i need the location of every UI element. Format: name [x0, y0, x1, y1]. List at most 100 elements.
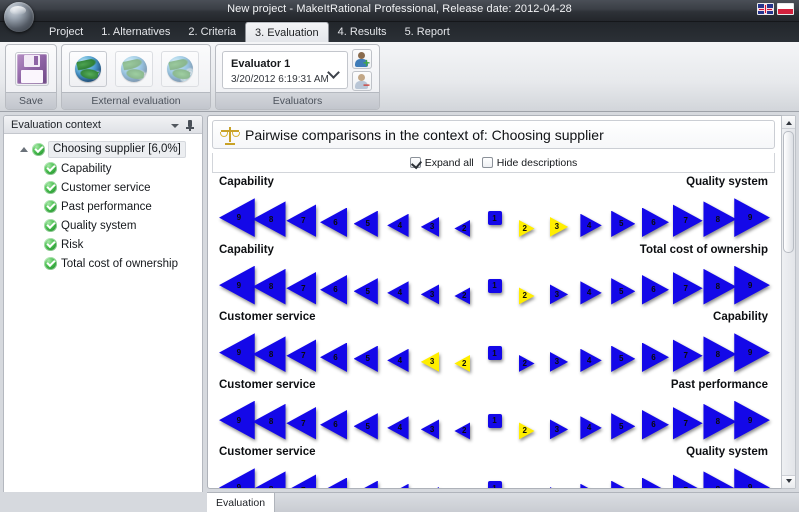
- scale-cell-left-9[interactable]: 9: [219, 468, 255, 488]
- scale-cell-right-4[interactable]: 4: [580, 416, 601, 439]
- remove-evaluator-button[interactable]: −: [352, 71, 372, 91]
- scale-cell-right-7[interactable]: 7: [673, 339, 703, 372]
- menu-item-1-alternatives[interactable]: 1. Alternatives: [92, 22, 179, 42]
- vertical-scrollbar[interactable]: [781, 115, 796, 489]
- menu-item-project[interactable]: Project: [40, 22, 92, 42]
- tree-node-past-performance[interactable]: Past performance: [4, 197, 202, 216]
- scale-cell-right-5[interactable]: 5: [611, 413, 635, 439]
- scale-cell-right-4[interactable]: 4: [580, 281, 601, 304]
- scale-cell-right-3[interactable]: 3: [550, 284, 569, 304]
- expand-arrow-icon[interactable]: [20, 147, 28, 152]
- scale-cell-left-7[interactable]: 7: [286, 204, 316, 237]
- scale-cell-right-2[interactable]: 2: [519, 220, 535, 237]
- scale-cell-right-8[interactable]: 8: [703, 201, 736, 237]
- scale-cell-right-3[interactable]: 3: [550, 352, 569, 372]
- scale-cell-right-5[interactable]: 5: [611, 211, 635, 237]
- tree-node-risk[interactable]: Risk: [4, 235, 202, 254]
- scale-cell-left-4[interactable]: 4: [387, 349, 408, 372]
- scale-cell-left-4[interactable]: 4: [387, 484, 408, 488]
- scale-cell-right-9[interactable]: 9: [734, 468, 770, 488]
- scale-cell-right-5[interactable]: 5: [611, 278, 635, 304]
- menu-item-5-report[interactable]: 5. Report: [396, 22, 459, 42]
- scale-cell-left-8[interactable]: 8: [253, 404, 286, 440]
- scale-cell-right-6[interactable]: 6: [642, 343, 669, 373]
- scale-cell-center-1[interactable]: 1: [488, 346, 502, 360]
- checkbox[interactable]: [482, 157, 493, 168]
- scale-cell-right-8[interactable]: 8: [703, 471, 736, 488]
- scale-cell-left-4[interactable]: 4: [387, 416, 408, 439]
- scale-cell-left-3[interactable]: 3: [421, 352, 440, 372]
- scale-cell-right-7[interactable]: 7: [673, 272, 703, 305]
- scale-cell-center-1[interactable]: 1: [488, 414, 502, 428]
- scale-cell-left-3[interactable]: 3: [421, 487, 440, 488]
- scale-cell-left-2[interactable]: 2: [454, 355, 470, 372]
- scrollbar-thumb[interactable]: [783, 131, 794, 253]
- scale-cell-left-9[interactable]: 9: [219, 401, 255, 440]
- scale-cell-right-9[interactable]: 9: [734, 266, 770, 305]
- scale-cell-center-1[interactable]: 1: [488, 211, 502, 225]
- scale-cell-right-3[interactable]: 3: [550, 487, 569, 488]
- scale-cell-left-5[interactable]: 5: [354, 346, 378, 372]
- scale-cell-left-6[interactable]: 6: [320, 343, 347, 373]
- scale-cell-right-8[interactable]: 8: [703, 269, 736, 305]
- scale-cell-left-7[interactable]: 7: [286, 339, 316, 372]
- scale-cell-right-6[interactable]: 6: [642, 478, 669, 489]
- scale-cell-right-2[interactable]: 2: [519, 287, 535, 304]
- scale-cell-right-6[interactable]: 6: [642, 208, 669, 238]
- scale-cell-left-2[interactable]: 2: [454, 422, 470, 439]
- scale-cell-left-7[interactable]: 7: [286, 407, 316, 440]
- scale-cell-left-3[interactable]: 3: [421, 419, 440, 439]
- scroll-down-arrow-icon[interactable]: [782, 475, 795, 488]
- scale-cell-right-7[interactable]: 7: [673, 204, 703, 237]
- scale-cell-right-5[interactable]: 5: [611, 346, 635, 372]
- scale-cell-left-6[interactable]: 6: [320, 410, 347, 440]
- scale-cell-left-5[interactable]: 5: [354, 481, 378, 488]
- scale-cell-left-2[interactable]: 2: [454, 287, 470, 304]
- chevron-down-icon[interactable]: [171, 124, 179, 128]
- app-orb-icon[interactable]: [4, 2, 34, 32]
- scale-cell-left-6[interactable]: 6: [320, 208, 347, 238]
- external-evaluation-refresh-button[interactable]: ⟳: [115, 51, 153, 87]
- tree-node-quality-system[interactable]: Quality system: [4, 216, 202, 235]
- scale-cell-right-7[interactable]: 7: [673, 474, 703, 488]
- save-button[interactable]: [15, 52, 49, 86]
- scale-cell-center-1[interactable]: 1: [488, 481, 502, 488]
- scale-cell-right-9[interactable]: 9: [734, 401, 770, 440]
- scale-cell-right-4[interactable]: 4: [580, 349, 601, 372]
- scale-cell-right-5[interactable]: 5: [611, 481, 635, 488]
- menu-item-3-evaluation[interactable]: 3. Evaluation: [245, 22, 329, 42]
- scale-cell-right-6[interactable]: 6: [642, 410, 669, 440]
- scale-cell-left-9[interactable]: 9: [219, 266, 255, 305]
- scale-cell-left-5[interactable]: 5: [354, 211, 378, 237]
- scale-cell-right-8[interactable]: 8: [703, 336, 736, 372]
- tree-node-root[interactable]: Choosing supplier [6,0%]: [4, 140, 202, 159]
- scale-cell-left-6[interactable]: 6: [320, 275, 347, 305]
- scale-cell-left-3[interactable]: 3: [421, 284, 440, 304]
- scale-cell-left-7[interactable]: 7: [286, 474, 316, 488]
- chevron-down-icon[interactable]: [327, 66, 340, 79]
- scale-cell-right-3[interactable]: 3: [550, 217, 569, 237]
- scale-cell-right-3[interactable]: 3: [550, 419, 569, 439]
- scale-cell-right-2[interactable]: 2: [519, 422, 535, 439]
- scroll-up-arrow-icon[interactable]: [782, 116, 795, 129]
- scale-cell-left-8[interactable]: 8: [253, 201, 286, 237]
- scale-cell-left-8[interactable]: 8: [253, 336, 286, 372]
- checkbox[interactable]: [410, 157, 421, 168]
- scale-cell-right-7[interactable]: 7: [673, 407, 703, 440]
- scale-cell-left-4[interactable]: 4: [387, 281, 408, 304]
- add-evaluator-button[interactable]: +: [352, 49, 372, 69]
- scale-cell-right-6[interactable]: 6: [642, 275, 669, 305]
- flag-pl-icon[interactable]: [777, 3, 794, 15]
- scale-cell-left-5[interactable]: 5: [354, 278, 378, 304]
- external-evaluation-link-button[interactable]: 🔗: [161, 51, 199, 87]
- tree-node-customer-service[interactable]: Customer service: [4, 178, 202, 197]
- scale-cell-left-4[interactable]: 4: [387, 214, 408, 237]
- pin-icon[interactable]: [186, 120, 194, 131]
- evaluator-select[interactable]: Evaluator 1 3/20/2012 6:19:31 AM: [222, 51, 348, 89]
- scale-cell-center-1[interactable]: 1: [488, 279, 502, 293]
- option-expand-all[interactable]: Expand all: [410, 157, 474, 169]
- scale-cell-left-3[interactable]: 3: [421, 217, 440, 237]
- scale-cell-right-9[interactable]: 9: [734, 333, 770, 372]
- scale-cell-right-4[interactable]: 4: [580, 214, 601, 237]
- scale-cell-left-8[interactable]: 8: [253, 269, 286, 305]
